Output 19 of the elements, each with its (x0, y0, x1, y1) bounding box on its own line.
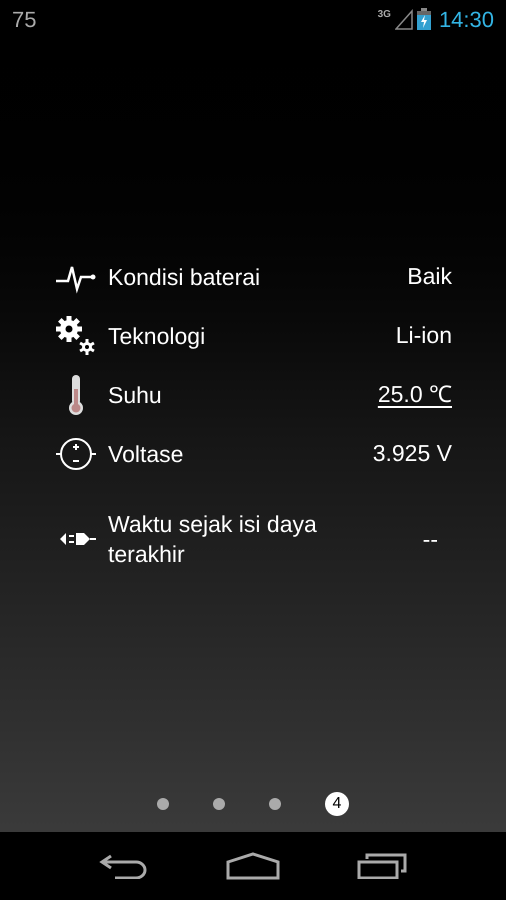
row-value: 25.0 ℃ (378, 380, 452, 410)
network-type: 3G (378, 8, 391, 22)
row-value: -- (422, 524, 438, 554)
row-value: Li-ion (396, 321, 452, 350)
back-icon[interactable] (98, 853, 149, 879)
signal-icon (394, 8, 413, 30)
row-label: Suhu (108, 380, 163, 410)
battery-charging-icon (416, 8, 431, 30)
home-icon[interactable] (226, 852, 280, 880)
page-indicator[interactable]: 4 (325, 792, 349, 816)
row-label: Kondisi baterai (108, 262, 262, 292)
recent-apps-icon[interactable] (357, 853, 408, 879)
row-label: Waktu sejak isi daya terakhir (108, 510, 318, 569)
row-label: Teknologi (108, 322, 206, 350)
row-value: 3.925 V (372, 439, 452, 468)
notification-count: 75 (12, 6, 36, 34)
row-label: Voltase (108, 440, 184, 468)
clock: 14:30 (438, 6, 494, 34)
row-value: Baik (407, 262, 452, 292)
